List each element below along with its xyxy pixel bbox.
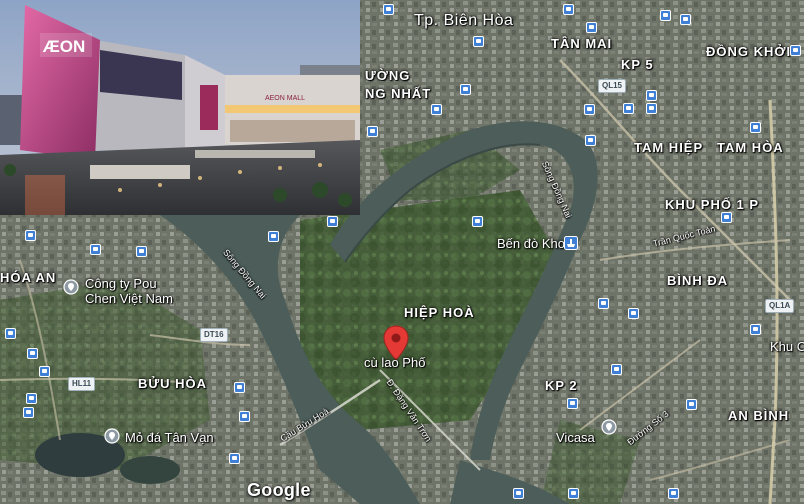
bus-stop-icon[interactable]	[563, 4, 574, 15]
bus-stop-icon[interactable]	[646, 103, 657, 114]
bus-stop-icon[interactable]	[472, 216, 483, 227]
bus-stop-icon[interactable]	[513, 488, 524, 499]
label-khu-pho-1: KHU PHỐ 1 P	[665, 197, 760, 212]
bus-stop-icon[interactable]	[268, 231, 279, 242]
bus-stop-icon[interactable]	[39, 366, 50, 377]
label-thong-nhat-1: ƯỜNG	[365, 68, 411, 83]
bus-stop-icon[interactable]	[568, 488, 579, 499]
poi-label-cu-lao-pho[interactable]: cù lao Phố	[364, 356, 425, 369]
bus-stop-icon[interactable]	[383, 4, 394, 15]
label-dong-khoi: ĐỒNG KHỞI	[706, 44, 792, 59]
poi-label-pou-chen-1[interactable]: Công ty Pou	[85, 277, 157, 290]
bus-stop-icon[interactable]	[721, 212, 732, 223]
aeon-mall-sign-text: AEON MALL	[265, 95, 305, 102]
bus-stop-icon[interactable]	[790, 45, 801, 56]
mall-photo-illustration: ÆON AEON MALL	[0, 0, 360, 215]
bus-stop-icon[interactable]	[431, 104, 442, 115]
bus-stop-icon[interactable]	[567, 398, 578, 409]
bus-stop-icon[interactable]	[234, 382, 245, 393]
bus-stop-icon[interactable]	[239, 411, 250, 422]
label-thong-nhat-2: NG NHẤT	[365, 86, 432, 101]
shield-dt16: DT16	[200, 328, 228, 342]
shield-hl11: HL11	[68, 377, 96, 391]
bus-stop-icon[interactable]	[660, 10, 671, 21]
label-kp2: KP 2	[545, 378, 578, 393]
bus-stop-icon[interactable]	[25, 230, 36, 241]
shield-ql15: QL15	[598, 79, 627, 93]
bus-stop-icon[interactable]	[750, 324, 761, 335]
bus-stop-icon[interactable]	[460, 84, 471, 95]
bus-stop-icon[interactable]	[686, 399, 697, 410]
bus-stop-icon[interactable]	[586, 22, 597, 33]
bus-stop-icon[interactable]	[584, 104, 595, 115]
bus-stop-icon[interactable]	[668, 488, 679, 499]
aeon-logo-text: ÆON	[43, 37, 86, 56]
label-hiep-hoa: HIỆP HOÀ	[404, 305, 475, 320]
bus-stop-icon[interactable]	[585, 135, 596, 146]
ferry-icon[interactable]	[564, 236, 578, 250]
bus-stop-icon[interactable]	[473, 36, 484, 47]
bus-stop-icon[interactable]	[598, 298, 609, 309]
label-hoa-an: HÓA AN	[0, 270, 57, 285]
bus-stop-icon[interactable]	[628, 308, 639, 319]
label-khu-c: Khu C	[770, 339, 804, 354]
label-tam-hiep: TAM HIỆP	[634, 140, 704, 155]
bus-stop-icon[interactable]	[646, 90, 657, 101]
poi-label-vicasa[interactable]: Vicasa	[556, 431, 595, 444]
bus-stop-icon[interactable]	[750, 122, 761, 133]
satellite-map[interactable]: ÆON AEON MALL Tp. Biên Hòa TÂN MAI ĐỒNG …	[0, 0, 804, 504]
bus-stop-icon[interactable]	[229, 453, 240, 464]
label-tan-mai: TÂN MAI	[551, 36, 613, 51]
google-watermark: Google	[247, 480, 311, 500]
label-buu-hoa: BỬU HÒA	[138, 376, 208, 391]
shield-ql1a: QL1A	[765, 299, 795, 313]
label-tam-hoa: TAM HÒA	[717, 140, 784, 155]
aeon-mall-photo: ÆON AEON MALL	[0, 0, 360, 215]
label-an-binh: AN BÌNH	[728, 408, 790, 423]
poi-label-pou-chen-2[interactable]: Chen Việt Nam	[85, 292, 173, 305]
poi-pin-mo-da-tan-van-icon[interactable]	[104, 428, 120, 444]
poi-label-mo-da-tan-van[interactable]: Mỏ đá Tân Vạn	[125, 431, 214, 444]
label-kp5: KP 5	[621, 57, 654, 72]
bus-stop-icon[interactable]	[27, 348, 38, 359]
bus-stop-icon[interactable]	[26, 393, 37, 404]
bus-stop-icon[interactable]	[327, 216, 338, 227]
poi-label-ben-do-kho[interactable]: Bến đò Kho	[497, 237, 565, 250]
poi-pin-pou-chen-icon[interactable]	[63, 279, 79, 295]
bus-stop-icon[interactable]	[136, 246, 147, 257]
bus-stop-icon[interactable]	[680, 14, 691, 25]
label-tp-bien-hoa: Tp. Biên Hòa	[414, 12, 514, 29]
poi-pin-vicasa-icon[interactable]	[601, 419, 617, 435]
bus-stop-icon[interactable]	[623, 103, 634, 114]
bus-stop-icon[interactable]	[5, 328, 16, 339]
bus-stop-icon[interactable]	[611, 364, 622, 375]
label-binh-da: BÌNH ĐA	[667, 273, 729, 288]
bus-stop-icon[interactable]	[367, 126, 378, 137]
bus-stop-icon[interactable]	[90, 244, 101, 255]
bus-stop-icon[interactable]	[23, 407, 34, 418]
